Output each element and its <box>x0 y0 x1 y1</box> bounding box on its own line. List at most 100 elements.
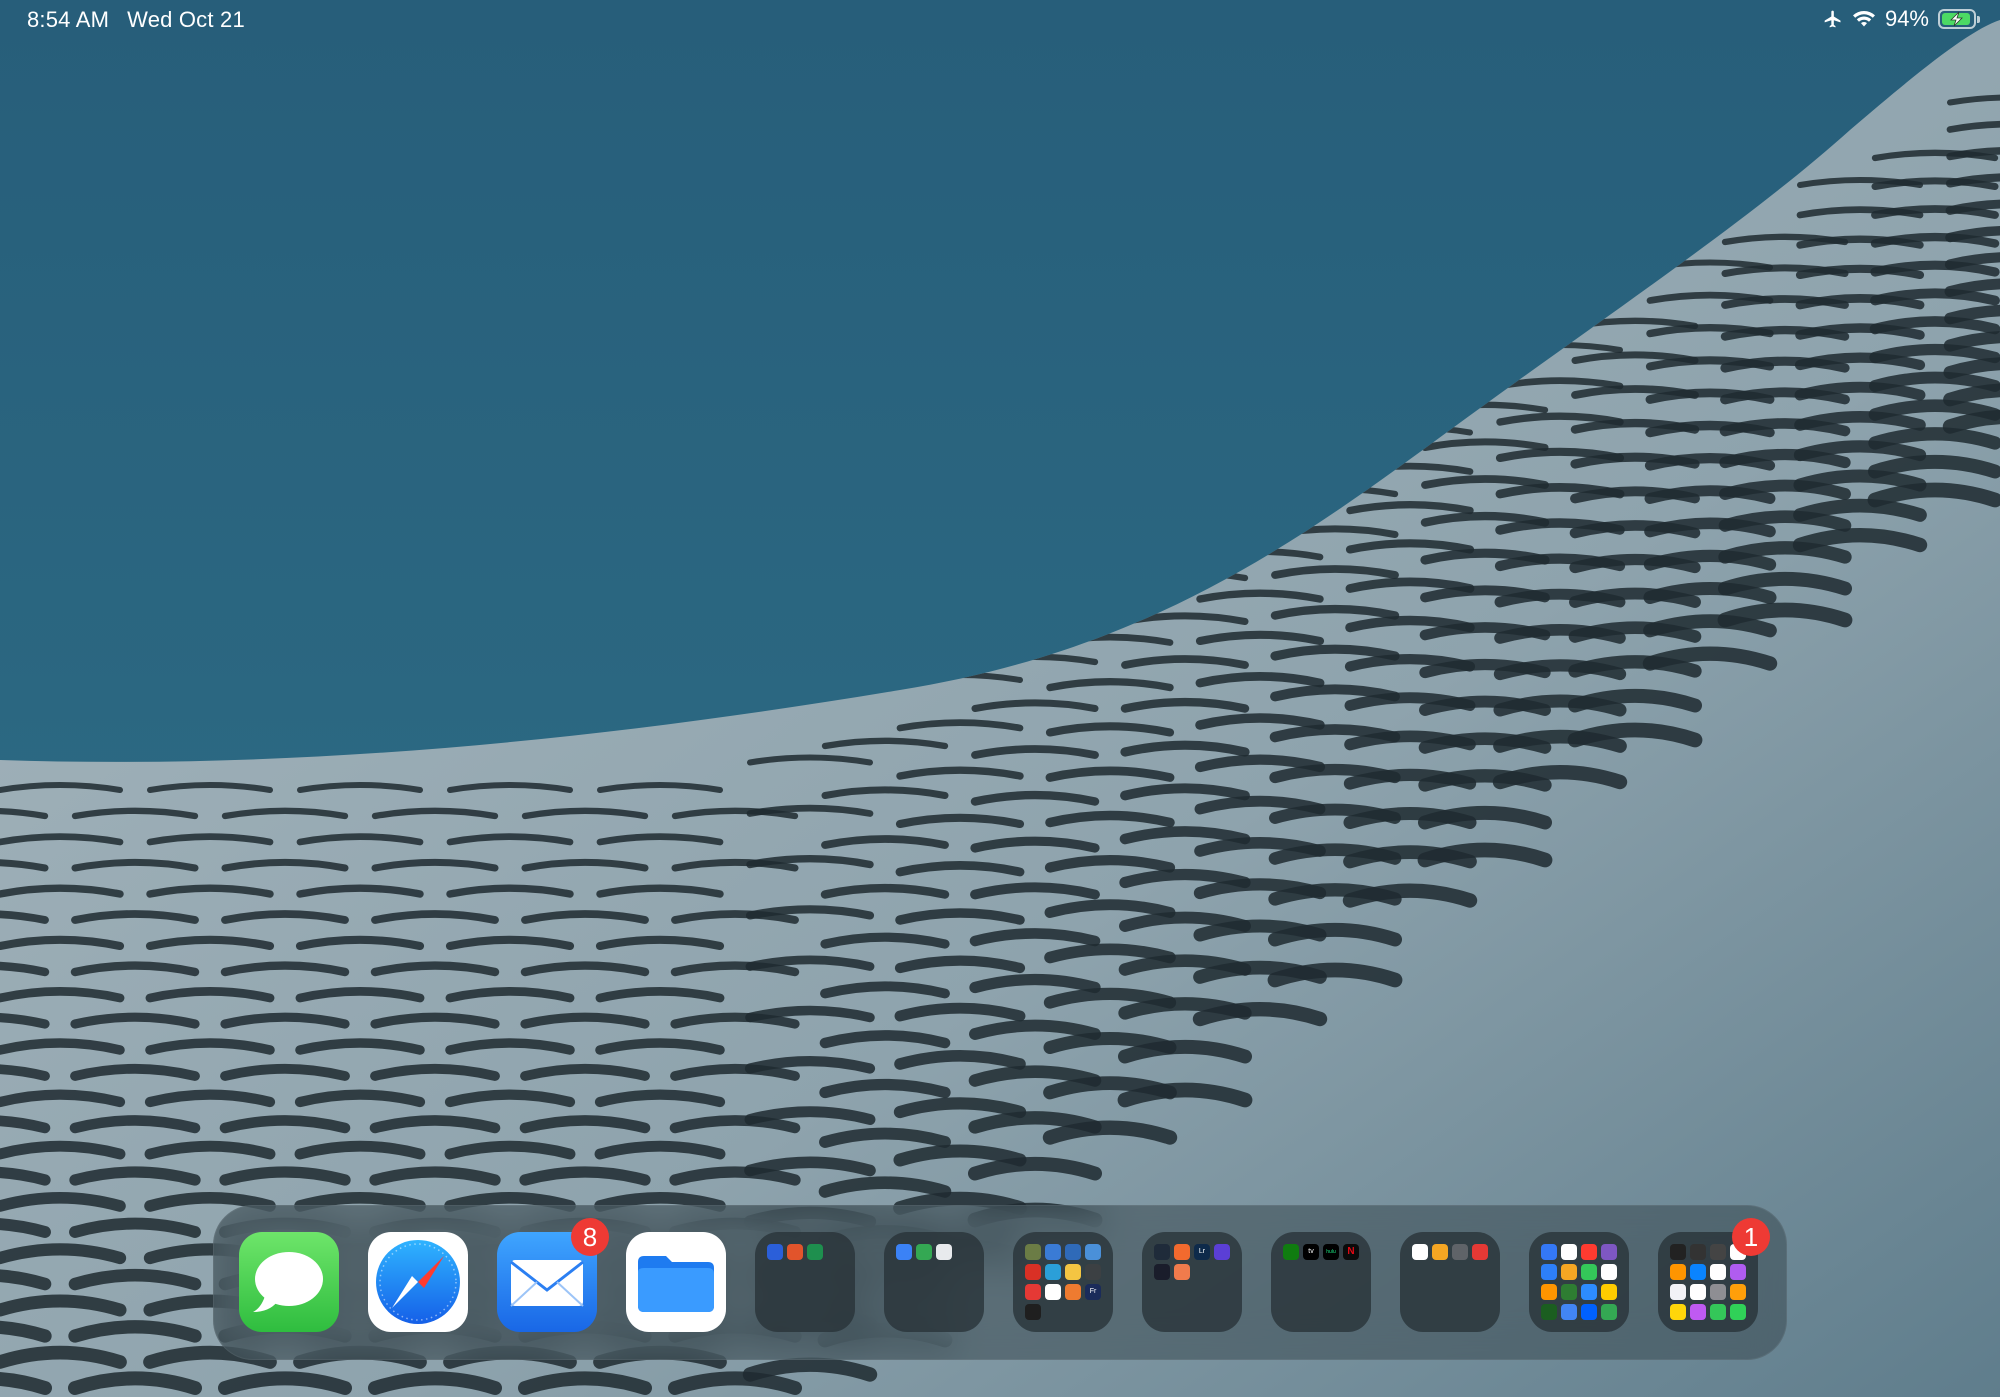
folder-mini-app-icon <box>1541 1284 1557 1300</box>
folder-mini-app-icon <box>1085 1264 1101 1280</box>
folder-mini-app-icon <box>1432 1244 1448 1260</box>
folder-mini-app-icon <box>1710 1264 1726 1280</box>
folder-mini-app-icon <box>1045 1244 1061 1260</box>
folder-mini-app-icon <box>787 1244 803 1260</box>
folder-5-icon[interactable]: tv hulu N <box>1271 1232 1371 1332</box>
folder-mini-app-icon <box>1045 1284 1061 1300</box>
folder-mini-app-icon <box>1541 1244 1557 1260</box>
folder-mini-app-icon <box>1561 1304 1577 1320</box>
folder-mini-app-icon <box>1154 1244 1170 1260</box>
airplane-icon <box>1824 10 1841 28</box>
folder-mini-app-icon <box>1025 1284 1041 1300</box>
folder-background <box>1529 1232 1629 1332</box>
facade-slit <box>0 1268 52 1291</box>
folder-mini-app-icon <box>1670 1264 1686 1280</box>
folder-background: Fr <box>1013 1232 1113 1332</box>
status-right: 94% <box>1823 6 1980 32</box>
folder-3-icon[interactable]: Fr <box>1013 1232 1113 1332</box>
folder-mini-app-icon <box>1452 1244 1468 1260</box>
folder-mini-app-icon <box>1581 1304 1597 1320</box>
folder-mini-app-icon <box>1065 1284 1081 1300</box>
facade-slit <box>0 1320 52 1343</box>
folder-mini-app-icon: Fr <box>1085 1284 1101 1300</box>
status-time: 8:54 AM <box>27 7 110 32</box>
files-folder-icon <box>638 1256 714 1312</box>
dock: 8 Fr Lr tv hulu N 1 <box>213 1205 1787 1360</box>
folder-mini-app-icon <box>1025 1304 1041 1320</box>
mail-app-icon[interactable]: 8 <box>497 1218 609 1332</box>
status-left: 8:54 AM Wed Oct 21 <box>27 7 245 33</box>
folder-7-icon[interactable] <box>1529 1232 1629 1332</box>
folder-mini-app-icon <box>1601 1304 1617 1320</box>
folder-mini-app-icon <box>1710 1284 1726 1300</box>
battery-percent: 94% <box>1884 6 1929 31</box>
folder-mini-app-icon: hulu <box>1323 1244 1339 1260</box>
folder-background <box>1400 1232 1500 1332</box>
folder-mini-app-icon <box>1025 1244 1041 1260</box>
folder-mini-app-icon <box>1154 1264 1170 1280</box>
folder-background: tv hulu N <box>1271 1232 1371 1332</box>
folder-mini-app-icon <box>1581 1284 1597 1300</box>
battery-charging-icon <box>1938 9 1980 29</box>
safari-app-icon[interactable] <box>368 1232 468 1332</box>
wifi-icon <box>1852 11 1875 27</box>
folder-app-grid <box>767 1244 845 1260</box>
folder-mini-app-icon <box>1690 1244 1706 1260</box>
folder-1-icon[interactable] <box>755 1232 855 1332</box>
folder-mini-app-icon <box>1690 1284 1706 1300</box>
folder-app-grid <box>1670 1244 1748 1320</box>
folder-mini-app-icon <box>1710 1244 1726 1260</box>
folder-mini-app-icon <box>1601 1284 1617 1300</box>
folder-mini-app-icon <box>1065 1264 1081 1280</box>
folder-mini-app-icon <box>1601 1244 1617 1260</box>
messages-app-icon[interactable] <box>239 1232 339 1332</box>
messages-icon <box>253 1252 323 1312</box>
folder-mini-app-icon <box>916 1244 932 1260</box>
wallpaper <box>0 0 2000 1397</box>
folder-mini-app-icon <box>1690 1304 1706 1320</box>
folder-mini-app-icon <box>1730 1264 1746 1280</box>
folder-mini-app-icon <box>1472 1244 1488 1260</box>
folder-app-grid <box>896 1244 974 1260</box>
folder-app-grid <box>1412 1244 1490 1260</box>
folder-8-icon[interactable]: 1 <box>1658 1218 1770 1332</box>
folder-mini-app-icon <box>1581 1244 1597 1260</box>
folder-mini-app-icon <box>1283 1244 1299 1260</box>
folder-mini-app-icon <box>1670 1304 1686 1320</box>
status-date: Wed Oct 21 <box>127 7 245 32</box>
folder-mini-app-icon: Lr <box>1194 1244 1210 1260</box>
folder-mini-app-icon <box>1730 1284 1746 1300</box>
folder-app-grid: tv hulu N <box>1283 1244 1361 1260</box>
folders: Fr Lr tv hulu N 1 <box>755 1218 1770 1332</box>
status-bar: 8:54 AM Wed Oct 21 94% <box>0 0 2000 40</box>
folder-mini-app-icon <box>1045 1264 1061 1280</box>
folder-mini-app-icon <box>1025 1264 1041 1280</box>
mail-badge: 8 <box>571 1218 609 1256</box>
folder-mini-app-icon <box>1690 1264 1706 1280</box>
folder-4-icon[interactable]: Lr <box>1142 1232 1242 1332</box>
folder-mini-app-icon <box>1670 1284 1686 1300</box>
folder-6-icon[interactable] <box>1400 1232 1500 1332</box>
folder-mini-app-icon <box>1085 1244 1101 1260</box>
folder-mini-app-icon <box>1412 1244 1428 1260</box>
folder-8-badge: 1 <box>1732 1218 1770 1256</box>
folder-mini-app-icon <box>1541 1264 1557 1280</box>
dock-items: 8 Fr Lr tv hulu N 1 <box>239 1218 1770 1332</box>
folder-mini-app-icon <box>1214 1244 1230 1260</box>
folder-mini-app-icon: N <box>1343 1244 1359 1260</box>
folder-mini-app-icon <box>767 1244 783 1260</box>
folder-mini-app-icon <box>1541 1304 1557 1320</box>
safari-compass-icon <box>376 1240 460 1324</box>
files-app-icon[interactable] <box>626 1232 726 1332</box>
folder-mini-app-icon <box>807 1244 823 1260</box>
facade-slit <box>0 1371 52 1395</box>
folder-2-icon[interactable] <box>884 1232 984 1332</box>
folder-background <box>884 1232 984 1332</box>
folder-mini-app-icon <box>1601 1264 1617 1280</box>
folder-mini-app-icon <box>936 1244 952 1260</box>
folder-background: Lr <box>1142 1232 1242 1332</box>
folder-app-grid: Lr <box>1154 1244 1232 1280</box>
folder-mini-app-icon <box>1561 1284 1577 1300</box>
folder-mini-app-icon <box>1561 1264 1577 1280</box>
folder-mini-app-icon <box>896 1244 912 1260</box>
